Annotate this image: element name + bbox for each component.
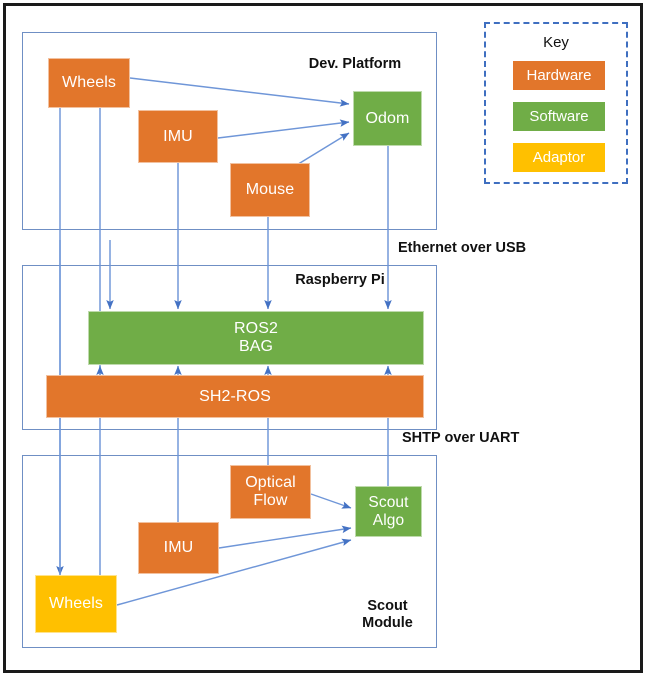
section-label-dev-platform: Dev. Platform	[308, 56, 402, 72]
node-scout-algo-label: Scout Algo	[368, 494, 409, 529]
interconnect-label-shtp-over-uart: SHTP over UART	[402, 430, 520, 446]
node-dev-wheels[interactable]: Wheels	[48, 58, 130, 108]
key-title: Key	[543, 34, 569, 51]
node-sh2-ros[interactable]: SH2-ROS	[46, 375, 424, 418]
node-scout-optical-flow-label: Optical Flow	[245, 474, 296, 509]
diagram-canvas: Dev. Platform Raspberry Pi Scout Module …	[0, 0, 650, 680]
node-scout-wheels[interactable]: Wheels	[35, 575, 117, 633]
key-item-adaptor-label: Adaptor	[532, 149, 586, 166]
key-item-hardware: Hardware	[513, 61, 605, 90]
node-scout-algo[interactable]: Scout Algo	[355, 486, 422, 537]
key-item-software-label: Software	[529, 108, 589, 125]
key-item-hardware-label: Hardware	[526, 67, 592, 84]
key-legend: Key Hardware Software Adaptor	[484, 22, 628, 184]
node-dev-mouse[interactable]: Mouse	[230, 163, 310, 217]
node-dev-imu[interactable]: IMU	[138, 110, 218, 163]
interconnect-label-ethernet-over-usb: Ethernet over USB	[398, 240, 527, 256]
section-label-scout-module: Scout Module	[362, 598, 413, 631]
node-dev-odom[interactable]: Odom	[353, 91, 422, 146]
key-item-adaptor: Adaptor	[513, 143, 605, 172]
node-ros2-bag[interactable]: ROS2 BAG	[88, 311, 424, 365]
node-ros2-bag-label: ROS2 BAG	[234, 320, 278, 355]
node-scout-imu[interactable]: IMU	[138, 522, 219, 574]
node-scout-optical-flow[interactable]: Optical Flow	[230, 465, 311, 519]
section-label-raspberry-pi: Raspberry Pi	[295, 272, 385, 288]
key-item-software: Software	[513, 102, 605, 131]
